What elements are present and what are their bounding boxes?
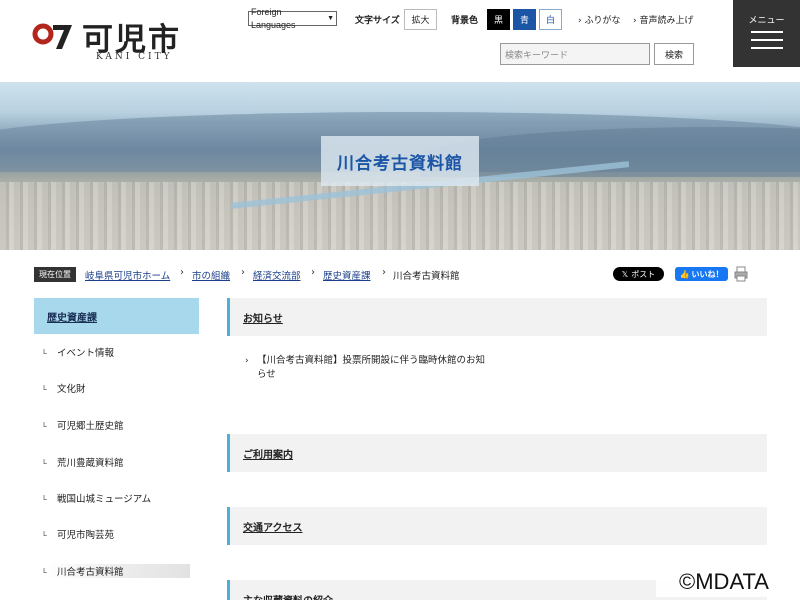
sidebar-item-ceramics[interactable]: L 可児市陶芸苑 [43,527,190,541]
thumbs-up-icon: 👍 [679,269,690,279]
chevron-right-icon: › [245,356,249,366]
read-aloud-link[interactable]: › 音声読み上げ [633,13,693,26]
sidebar-item-label: 戦国山城ミュージアム [57,494,152,505]
sidebar-heading[interactable]: 歴史資産課 [34,298,199,334]
x-logo-icon: 𝕏 [621,269,629,279]
hero-cityscape [0,182,800,250]
search-input[interactable]: 検索キーワード [500,43,650,65]
chevron-right-icon: › [382,267,386,278]
read-aloud-label: 音声読み上げ [639,16,694,26]
chevron-down-icon: ▼ [327,15,334,22]
news-item[interactable]: › 【川合考古資料館】投票所開設に伴う臨時休館のお知らせ [245,354,485,382]
x-post-button[interactable]: 𝕏 ポスト [613,267,664,281]
sidebar-item-arakawa-museum[interactable]: L 荒川豊蔵資料館 [43,455,190,469]
bg-color-label: 背景色 [451,16,479,26]
breadcrumb-item[interactable]: 経済交流部 [253,268,301,282]
sidebar-item-history-museum[interactable]: L 可児郷土歴史館 [43,418,190,432]
chevron-right-icon: › [311,267,315,278]
corner-bullet-icon: L [43,348,47,356]
breadcrumb-item[interactable]: 歴史資産課 [323,268,371,282]
kani-city-emblem-icon [32,23,72,49]
menu-label: メニュー [748,16,785,26]
furigana-link[interactable]: › ふりがな [578,13,620,26]
sidebar-item-label: 可児市陶芸苑 [57,530,115,541]
sidebar-item-label: 可児郷土歴史館 [57,421,124,432]
sidebar-item-castle-museum[interactable]: L 戦国山城ミュージアム [43,491,190,505]
font-size-label: 文字サイズ [355,16,400,26]
logo-text-en: KANI CITY [96,52,173,62]
sidebar-item-label: 文化財 [57,384,86,395]
site-header: 可児市 KANI CITY Foreign Languages ▼ 文字サイズ … [0,0,800,82]
corner-bullet-icon: L [43,384,47,392]
sidebar-item-label: 荒川豊蔵資料館 [57,458,124,469]
bg-black-button[interactable]: 黒 [487,9,510,30]
breadcrumb-item[interactable]: 岐阜県可児市ホーム [85,268,170,282]
sidebar-item-event[interactable]: L イベント情報 [43,345,190,359]
sidebar-item-label: イベント情報 [57,348,115,359]
breadcrumb-current: 川合考古資料館 [393,271,460,282]
chevron-right-icon: › [241,267,245,278]
section-heading-access[interactable]: 交通アクセス [227,507,767,545]
font-enlarge-button[interactable]: 拡大 [404,9,437,30]
corner-bullet-icon: L [43,567,47,575]
sidebar-item-label: 川合考古資料館 [57,567,124,578]
bg-blue-button[interactable]: 青 [513,9,536,30]
x-post-label: ポスト [631,269,656,279]
corner-bullet-icon: L [43,458,47,466]
sidebar-item-cultural-assets[interactable]: L 文化財 [43,381,190,395]
section-heading-news[interactable]: お知らせ [227,298,767,336]
breadcrumb-item[interactable]: 市の組織 [192,268,230,282]
bg-white-button[interactable]: 白 [539,9,562,30]
language-select-value: Foreign Languages [251,6,296,30]
sidebar-item-kawai-museum[interactable]: L 川合考古資料館 [43,564,190,578]
page-title: 川合考古資料館 [321,136,479,186]
furigana-label: ふりがな [584,16,621,26]
section-heading-guide[interactable]: ご利用案内 [227,434,767,472]
language-select[interactable]: Foreign Languages ▼ [248,7,337,30]
facebook-like-label: いいね！ [691,269,724,279]
search-button[interactable]: 検索 [654,43,694,65]
chevron-right-icon: › [180,267,184,278]
corner-bullet-icon: L [43,421,47,429]
corner-bullet-icon: L [43,494,47,502]
site-logo[interactable]: 可児市 KANI CITY [32,14,192,66]
news-item-text: 【川合考古資料館】投票所開設に伴う臨時休館のお知らせ [257,355,486,380]
corner-bullet-icon: L [43,530,47,538]
copyright-watermark: ©MDATA [656,567,792,597]
menu-button[interactable]: メニュー [733,0,800,67]
print-icon[interactable] [734,266,748,282]
facebook-like-button[interactable]: 👍 いいね！ [675,267,728,281]
breadcrumb-badge: 現在位置 [34,267,76,282]
